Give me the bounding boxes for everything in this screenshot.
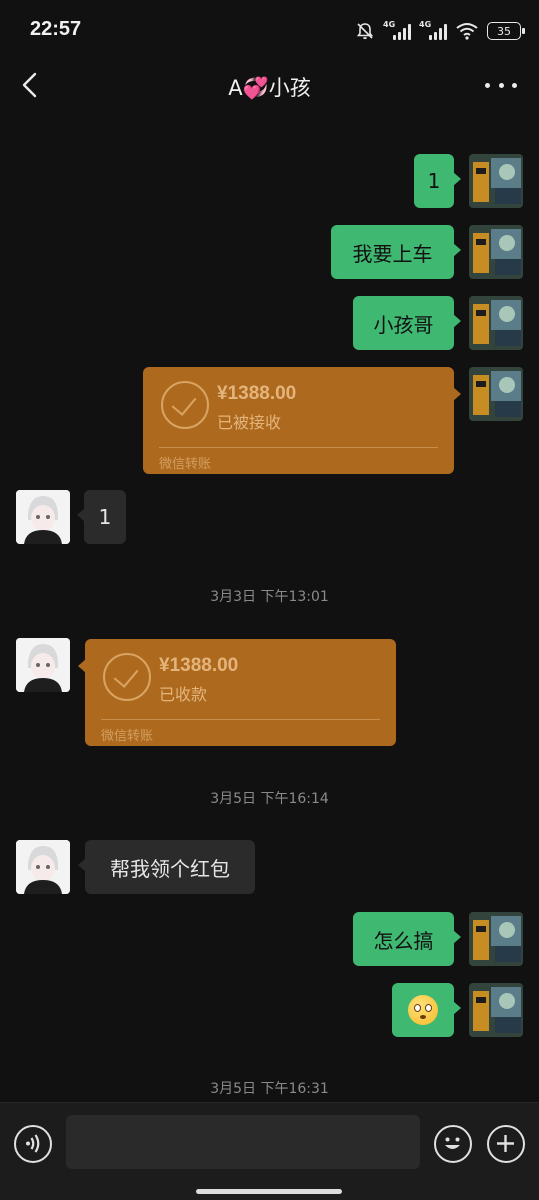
my-avatar[interactable] — [469, 983, 523, 1037]
status-time: 22:57 — [30, 18, 82, 40]
check-circle-icon — [161, 381, 209, 429]
contact-message-bubble[interactable]: 1 — [77, 490, 126, 544]
my-avatar[interactable] — [469, 912, 523, 966]
status-bar: 22:57 4G 4G 35 — [0, 0, 539, 62]
home-indicator[interactable] — [196, 1189, 342, 1194]
my-message-bubble[interactable] — [392, 983, 461, 1037]
smiley-icon[interactable] — [434, 1125, 472, 1163]
chat-title: A💞小孩 — [228, 76, 311, 100]
transfer-label: 微信转账 — [159, 457, 212, 472]
status-icons: 4G 4G 35 — [355, 20, 525, 42]
flushed-face-emoji — [408, 995, 438, 1025]
plus-icon[interactable] — [487, 1125, 525, 1163]
divider — [101, 719, 380, 720]
voice-icon[interactable] — [14, 1125, 52, 1163]
timestamp: 3月3日 下午13:01 — [210, 589, 329, 605]
my-avatar[interactable] — [469, 367, 523, 421]
contact-avatar[interactable] — [16, 638, 70, 692]
message-input[interactable] — [66, 1115, 420, 1169]
transfer-status: 已被接收 — [217, 413, 282, 432]
transfer-amount: ¥1388.00 — [217, 383, 297, 404]
signal-icon: 4G — [383, 20, 411, 40]
more-dots-icon[interactable] — [485, 70, 517, 100]
input-bar — [0, 1102, 539, 1200]
my-message-bubble[interactable]: 我要上车 — [331, 225, 461, 279]
my-avatar[interactable] — [469, 154, 523, 208]
bell-mute-icon — [356, 23, 374, 40]
wifi-icon — [456, 23, 478, 40]
my-message-bubble[interactable]: 小孩哥 — [353, 296, 461, 350]
transfer-label: 微信转账 — [101, 729, 154, 744]
timestamp: 3月5日 下午16:31 — [210, 1081, 329, 1097]
transfer-status: 已收款 — [159, 685, 208, 704]
my-message-bubble[interactable]: 怎么搞 — [353, 912, 461, 966]
contact-message-bubble[interactable]: 帮我领个红包 — [78, 840, 255, 894]
my-avatar[interactable] — [469, 225, 523, 279]
check-circle-icon — [103, 653, 151, 701]
heart-emoji: 💞 — [242, 76, 269, 100]
transfer-card[interactable]: ¥1388.00 已被接收 微信转账 — [143, 367, 461, 474]
contact-avatar[interactable] — [16, 840, 70, 894]
transfer-amount: ¥1388.00 — [159, 655, 239, 676]
my-avatar[interactable] — [469, 296, 523, 350]
timestamp: 3月5日 下午16:14 — [210, 791, 329, 807]
battery-icon: 35 — [487, 22, 525, 40]
chat-header: A💞小孩 — [0, 62, 539, 110]
contact-avatar[interactable] — [16, 490, 70, 544]
signal-icon: 4G — [419, 20, 447, 40]
transfer-card[interactable]: ¥1388.00 已收款 微信转账 — [78, 639, 396, 746]
divider — [159, 447, 438, 448]
my-message-bubble[interactable]: 1 — [414, 154, 461, 208]
